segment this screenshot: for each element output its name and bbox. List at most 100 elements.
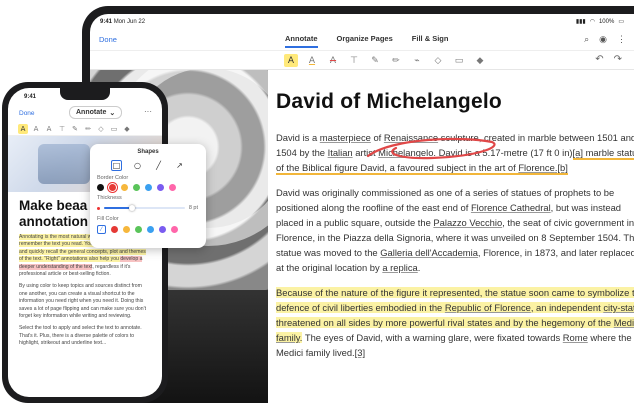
signal-icon: ▮▮▮ <box>575 19 586 25</box>
mode-select-label: Annotate <box>76 109 107 116</box>
link-replica[interactable]: a replica <box>382 262 417 273</box>
tab-organize-pages[interactable]: Organize Pages <box>337 29 393 49</box>
pen-icon[interactable]: ✎ <box>70 124 80 134</box>
strikethrough-icon[interactable]: A <box>44 124 54 134</box>
notch <box>60 88 110 100</box>
link-galleria[interactable]: Galleria dell'Accademia <box>380 247 478 258</box>
fill-swatch[interactable] <box>123 226 130 233</box>
shape-picker: □ ○ ╱ ↗ <box>90 160 206 171</box>
thickness-slider-row: 8 pt <box>97 204 198 212</box>
link-florence[interactable]: Florence <box>518 162 554 173</box>
ipad-status-bar: 9:41 Mon Jun 22 ▮▮▮ ◠ 100% ▭ <box>90 14 634 29</box>
border-swatch[interactable] <box>97 184 104 191</box>
border-color-label: Border Color <box>97 175 129 181</box>
comment-icon[interactable]: ▭ <box>109 124 119 134</box>
article-paragraph-2: By using color to keep topics and source… <box>19 283 146 320</box>
highlight-icon[interactable]: A <box>18 123 28 134</box>
link-masterpiece[interactable]: masterpiece <box>320 132 371 143</box>
border-swatch[interactable] <box>133 184 140 191</box>
more-icon[interactable]: ⋮ <box>617 34 626 45</box>
border-swatch[interactable] <box>157 184 164 191</box>
battery-icon: ▭ <box>618 19 624 25</box>
nav-icons: ⌕ ◉ ⋮ <box>584 34 626 45</box>
wifi-icon: ◠ <box>589 19 595 25</box>
tab-annotate[interactable]: Annotate <box>285 29 318 49</box>
thickness-label: Thickness <box>97 195 122 201</box>
status-date: Mon Jun 22 <box>113 18 146 25</box>
ipad-nav-bar: Done Annotate Organize Pages Fill & Sign… <box>90 29 634 49</box>
mode-tabs: Annotate Organize Pages Fill & Sign <box>285 29 448 49</box>
shapes-icon[interactable]: ◇ <box>96 124 106 134</box>
circle-icon[interactable]: ○ <box>132 160 143 171</box>
border-swatch[interactable] <box>121 184 128 191</box>
underline-icon[interactable]: A <box>305 54 319 67</box>
link-florence-cathedral[interactable]: Florence Cathedral <box>471 202 551 213</box>
iphone-done-button[interactable]: Done <box>19 110 35 117</box>
shapes-popover: Shapes □ ○ ╱ ↗ Border Color Thickness 8 … <box>90 144 206 248</box>
link-palazzo-vecchio[interactable]: Palazzo Vecchio <box>433 217 502 228</box>
iphone-nav-bar: Done Annotate ⌄ ··· <box>8 104 162 122</box>
link-city-state[interactable]: city-state <box>603 302 634 313</box>
popover-title: Shapes <box>137 149 159 155</box>
document-title: David of Michelangelo <box>276 90 502 113</box>
thin-dot-icon <box>97 206 100 210</box>
pencil-icon[interactable]: ✏ <box>389 54 403 67</box>
pencil-icon[interactable]: ✏ <box>83 124 93 134</box>
fill-color-label: Fill Color <box>97 216 119 222</box>
fill-swatch[interactable] <box>171 226 178 233</box>
paragraph-1: David is a masterpiece of Renaissance sc… <box>276 130 634 175</box>
link-michelangelo[interactable]: Michelangelo <box>378 147 433 158</box>
redo-icon[interactable]: ↷ <box>614 54 622 65</box>
undo-icon[interactable]: ↶ <box>595 54 603 65</box>
rectangle-icon[interactable]: □ <box>111 160 122 171</box>
text-box-icon[interactable]: ⊤ <box>57 124 67 134</box>
ref-3[interactable]: [3] <box>355 347 365 358</box>
mode-select[interactable]: Annotate ⌄ <box>69 106 123 119</box>
thickness-value: 8 pt <box>188 205 198 211</box>
iphone-annotation-toolbar: A A A ⊤ ✎ ✏ ◇ ▭ ◆ <box>8 122 162 136</box>
border-swatch[interactable] <box>109 184 116 191</box>
border-swatch[interactable] <box>169 184 176 191</box>
eye-icon[interactable]: ◉ <box>599 34 607 45</box>
thickness-fill <box>104 207 133 209</box>
highlight-icon[interactable]: A <box>284 54 298 67</box>
fill-color-swatches: ⁄ <box>90 222 206 234</box>
fill-swatch[interactable] <box>159 226 166 233</box>
strikethrough-icon[interactable]: A <box>326 54 340 67</box>
shapes-icon[interactable]: ◇ <box>431 54 445 67</box>
pen-icon[interactable]: ✎ <box>368 54 382 67</box>
battery-percent: 100% <box>598 18 615 25</box>
no-fill-swatch[interactable]: ⁄ <box>97 225 106 234</box>
annotation-toolbar: A A A ⊤ ✎ ✏ ⌁ ◇ ▭ ◆ ↶ ↷ <box>90 50 634 70</box>
fill-swatch[interactable] <box>147 226 154 233</box>
chevron-down-icon: ⌄ <box>109 109 116 117</box>
thickness-slider[interactable] <box>104 205 185 211</box>
tab-fill-sign[interactable]: Fill & Sign <box>412 29 449 49</box>
underline-icon[interactable]: A <box>31 124 41 134</box>
text-box-icon[interactable]: ⊤ <box>347 54 361 67</box>
ref-b[interactable]: .[b] <box>555 162 568 173</box>
status-time: 9:41 <box>100 18 113 25</box>
marker-icon[interactable]: ⌁ <box>410 54 424 67</box>
eraser-icon[interactable]: ◆ <box>473 54 487 67</box>
link-rome[interactable]: Rome <box>563 332 588 343</box>
comment-icon[interactable]: ▭ <box>452 54 466 67</box>
border-swatch[interactable] <box>145 184 152 191</box>
iphone-more-icon[interactable]: ··· <box>144 107 152 116</box>
link-renaissance[interactable]: Renaissance <box>384 132 438 143</box>
done-button[interactable]: Done <box>99 35 117 44</box>
paragraph-2: David was originally commissioned as one… <box>276 187 634 273</box>
line-icon[interactable]: ╱ <box>153 160 164 171</box>
ref-a[interactable]: [a] <box>573 147 583 158</box>
fill-swatch[interactable] <box>135 226 142 233</box>
thickness-knob[interactable] <box>129 205 136 211</box>
arrow-icon[interactable]: ↗ <box>174 160 185 171</box>
eraser-icon[interactable]: ◆ <box>122 124 132 134</box>
link-italian[interactable]: Italian <box>328 147 353 158</box>
marketing-stage: 9:41 Mon Jun 22 ▮▮▮ ◠ 100% ▭ Done Annotate … <box>0 0 634 403</box>
search-icon[interactable]: ⌕ <box>584 34 589 45</box>
article-paragraph-3: Select the tool to apply and select the … <box>19 325 142 347</box>
link-republic-of-florence[interactable]: Republic of Florence <box>445 302 531 313</box>
paragraph-3: Because of the nature of the figure it r… <box>276 285 634 360</box>
fill-swatch[interactable] <box>111 226 118 233</box>
